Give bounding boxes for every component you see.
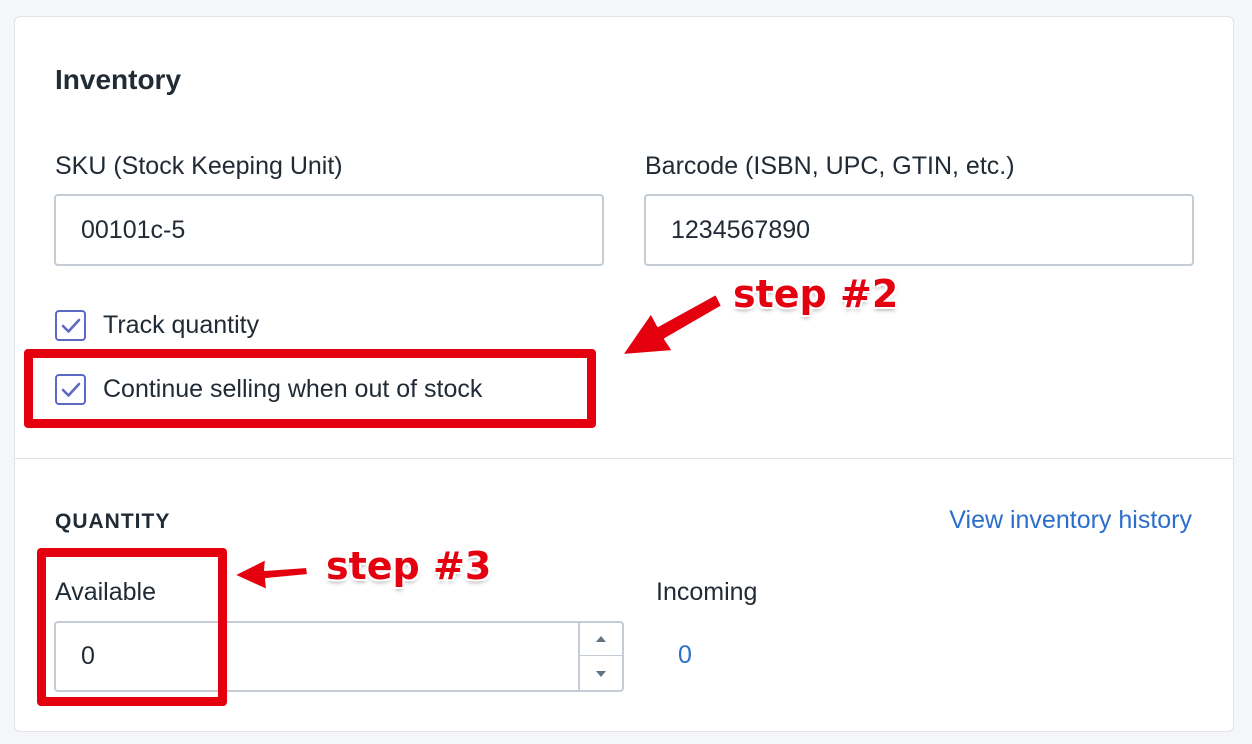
step3-annotation: step #3 [326, 544, 492, 588]
quantity-heading: QUANTITY [55, 510, 171, 533]
checkmark-icon [61, 318, 80, 333]
increment-button[interactable] [580, 623, 622, 656]
barcode-label: Barcode (ISBN, UPC, GTIN, etc.) [645, 152, 1015, 180]
caret-up-icon [596, 636, 606, 642]
section-title: Inventory [55, 64, 182, 95]
section-divider [15, 458, 1234, 459]
incoming-label: Incoming [656, 578, 758, 606]
quantity-stepper[interactable] [578, 623, 622, 690]
decrement-button[interactable] [580, 657, 622, 690]
caret-down-icon [596, 670, 606, 677]
track-quantity-row[interactable]: Track quantity [55, 310, 259, 341]
incoming-value: 0 [678, 641, 692, 669]
sku-label: SKU (Stock Keeping Unit) [55, 152, 343, 180]
sku-input[interactable]: 00101c-5 [54, 194, 604, 266]
step2-annotation: step #2 [733, 272, 899, 316]
track-quantity-label: Track quantity [103, 311, 260, 339]
step2-highlight-box [24, 349, 596, 428]
barcode-input[interactable]: 1234567890 [644, 194, 1194, 266]
step3-highlight-box [37, 548, 227, 706]
track-quantity-checkbox[interactable] [55, 310, 86, 341]
view-inventory-history-link[interactable]: View inventory history [949, 506, 1192, 535]
